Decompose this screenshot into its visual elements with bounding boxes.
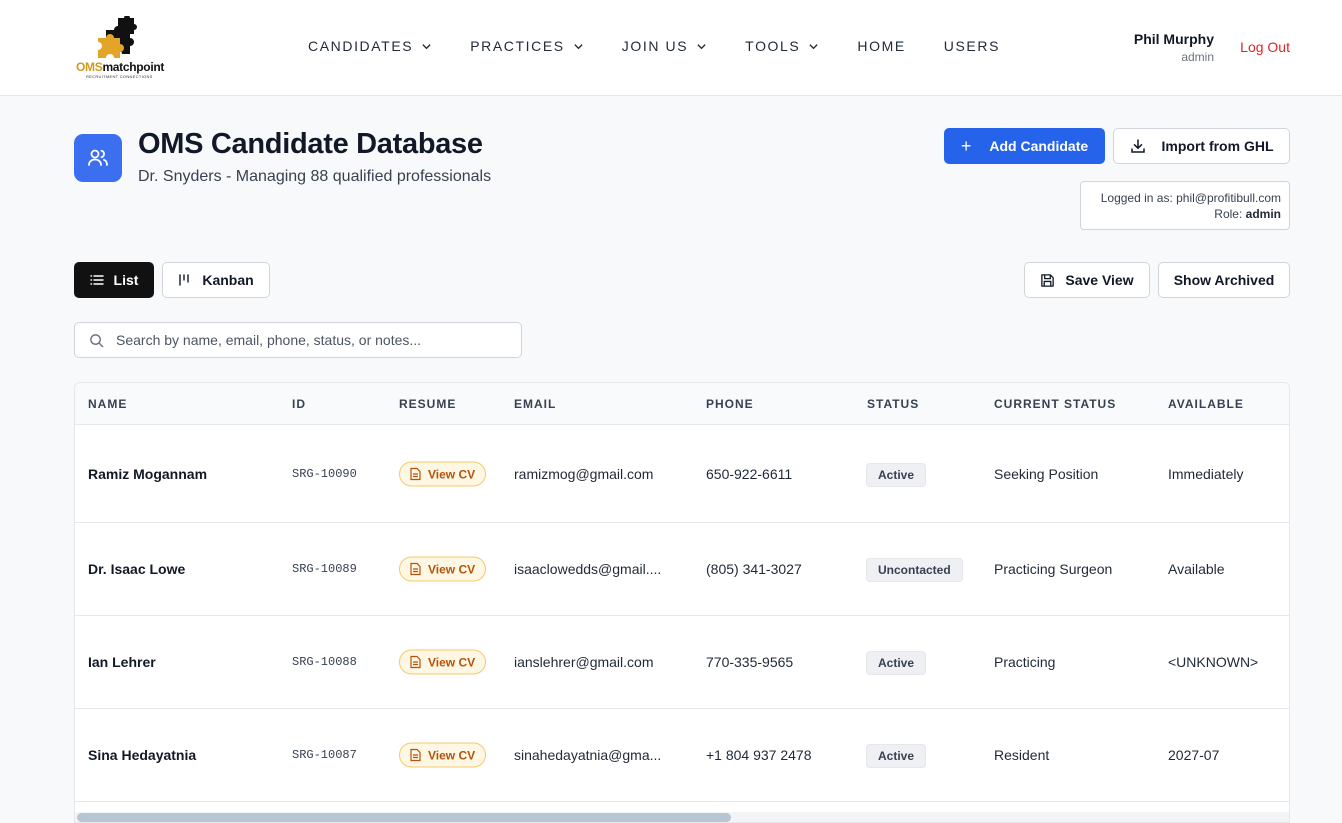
document-icon	[410, 562, 421, 576]
nav-tools[interactable]: TOOLS	[745, 38, 819, 54]
nav-candidates[interactable]: CANDIDATES	[308, 38, 432, 54]
main-nav: CANDIDATES PRACTICES JOIN US TOOLS HOME …	[308, 38, 1038, 54]
user-info: Phil Murphy admin	[1134, 31, 1214, 64]
candidate-current-status: Practicing	[994, 654, 1056, 670]
table-header: NAME ID RESUME EMAIL PHONE STATUS CURREN…	[75, 383, 1289, 425]
candidate-current-status: Practicing Surgeon	[994, 561, 1113, 577]
candidate-name[interactable]: Ramiz Mogannam	[88, 466, 207, 482]
document-icon	[410, 655, 421, 669]
top-navbar: OMSmatchpoint RECRUITMENT CONNECTIONS CA…	[0, 0, 1342, 96]
list-icon	[89, 275, 104, 285]
candidate-phone: (805) 341-3027	[706, 561, 802, 577]
candidate-current-status: Resident	[994, 747, 1050, 763]
view-cv-button[interactable]: View CV	[399, 649, 487, 675]
show-archived-button[interactable]: Show Archived	[1158, 262, 1290, 298]
page-subtitle: Dr. Snyders - Managing 88 qualified prof…	[138, 168, 492, 185]
status-badge[interactable]: Active	[866, 463, 927, 487]
column-header-phone[interactable]: PHONE	[706, 397, 754, 411]
user-name: Phil Murphy	[1133, 31, 1214, 47]
status-badge[interactable]: Active	[866, 651, 927, 675]
candidate-available: Immediately	[1168, 466, 1244, 482]
candidate-phone: 770-335-9565	[706, 654, 794, 670]
logged-in-as: Logged in as: phil@profitibull.com	[1100, 191, 1281, 205]
save-icon	[1041, 273, 1055, 287]
column-header-status[interactable]: STATUS	[867, 397, 919, 411]
column-header-available[interactable]: AVAILABLE	[1168, 397, 1244, 411]
import-ghl-button[interactable]: Import from GHL	[1113, 128, 1290, 164]
table-row[interactable]: Sina Hedayatnia SRG-10087 View CV sinahe…	[75, 709, 1289, 802]
nav-home[interactable]: HOME	[857, 38, 905, 54]
search-box	[74, 322, 522, 358]
candidate-available: 2027-07	[1168, 747, 1220, 763]
candidate-email: isaaclowedds@gmail....	[514, 561, 662, 577]
candidate-phone: 650-922-6611	[706, 466, 793, 482]
candidate-name[interactable]: Dr. Isaac Lowe	[88, 561, 185, 577]
candidate-phone: +1 804 937 2478	[706, 747, 812, 763]
chevron-down-icon	[422, 43, 431, 49]
document-icon	[410, 748, 421, 762]
column-header-email[interactable]: EMAIL	[514, 397, 556, 411]
candidate-email: ramizmog@gmail.com	[514, 466, 654, 482]
candidate-name[interactable]: Ian Lehrer	[88, 654, 156, 670]
candidate-current-status: Seeking Position	[994, 466, 1099, 482]
candidates-table: NAME ID RESUME EMAIL PHONE STATUS CURREN…	[74, 382, 1290, 823]
candidate-id: SRG-10088	[292, 655, 357, 669]
logo-tagline: RECRUITMENT CONNECTIONS	[86, 74, 153, 79]
user-role: admin	[1181, 50, 1214, 64]
candidate-available: <UNKNOWN>	[1168, 654, 1259, 670]
table-row[interactable]: Ramiz Mogannam SRG-10090 View CV ramizmo…	[75, 425, 1289, 523]
status-badge[interactable]: Uncontacted	[866, 558, 963, 582]
table-row[interactable]: Dr. Isaac Lowe SRG-10089 View CV isaaclo…	[75, 523, 1289, 616]
nav-users[interactable]: USERS	[944, 38, 1000, 54]
add-candidate-button[interactable]: + Add Candidate	[944, 128, 1105, 164]
kanban-view-button[interactable]: Kanban	[162, 262, 270, 298]
search-input[interactable]	[116, 332, 506, 348]
puzzle-logo-icon	[98, 16, 137, 58]
list-view-button[interactable]: List	[74, 262, 154, 298]
candidate-id: SRG-10089	[292, 562, 357, 576]
table-row[interactable]: Ian Lehrer SRG-10088 View CV ianslehrer@…	[75, 616, 1289, 709]
view-cv-button[interactable]: View CV	[399, 742, 487, 768]
candidate-available: Available	[1168, 561, 1225, 577]
chevron-down-icon	[574, 43, 583, 49]
view-cv-button[interactable]: View CV	[399, 556, 487, 582]
kanban-icon	[179, 274, 190, 286]
document-icon	[410, 467, 421, 481]
plus-icon: +	[960, 136, 972, 156]
column-header-current-status[interactable]: CURRENT STATUS	[994, 397, 1116, 411]
candidate-id: SRG-10087	[292, 748, 357, 762]
brand-logo[interactable]: OMSmatchpoint RECRUITMENT CONNECTIONS	[74, 16, 168, 80]
horizontal-scrollbar[interactable]	[75, 812, 1289, 822]
scrollbar-thumb[interactable]	[77, 813, 731, 822]
nav-join-us[interactable]: JOIN US	[622, 38, 707, 54]
role-line: Role: admin	[1214, 207, 1281, 221]
view-cv-button[interactable]: View CV	[399, 461, 487, 487]
candidate-id: SRG-10090	[292, 467, 357, 481]
status-badge[interactable]: Active	[866, 744, 927, 768]
candidate-email: ianslehrer@gmail.com	[514, 654, 654, 670]
candidate-email: sinahedayatnia@gma...	[514, 747, 662, 763]
download-icon	[1130, 139, 1145, 153]
users-icon	[74, 134, 122, 182]
save-view-button[interactable]: Save View	[1024, 262, 1150, 298]
logout-link[interactable]: Log Out	[1240, 39, 1290, 55]
login-info-panel: Logged in as: phil@profitibull.com Role:…	[1080, 181, 1290, 230]
nav-practices[interactable]: PRACTICES	[470, 38, 584, 54]
search-icon	[90, 333, 104, 347]
column-header-name[interactable]: NAME	[88, 397, 127, 411]
chevron-down-icon	[809, 43, 819, 49]
logo-wordmark: OMSmatchpoint	[76, 60, 165, 74]
chevron-down-icon	[697, 43, 706, 49]
page-title: OMS Candidate Database	[138, 128, 483, 160]
column-header-resume[interactable]: RESUME	[399, 397, 456, 411]
candidate-name[interactable]: Sina Hedayatnia	[88, 747, 196, 763]
column-header-id[interactable]: ID	[292, 397, 306, 411]
